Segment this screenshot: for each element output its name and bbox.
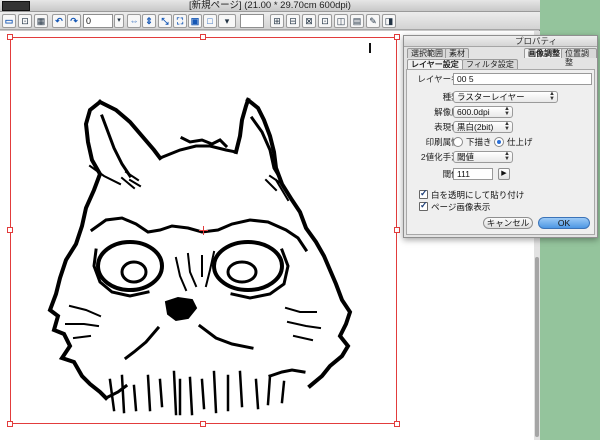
checkbox-white-transparent[interactable]	[419, 188, 428, 199]
zoom-dropdown[interactable]: ▾	[218, 14, 236, 28]
select-arrows-icon: ▲ ▼	[504, 106, 510, 117]
scrollbar-thumb[interactable]	[535, 257, 539, 437]
radio-draft[interactable]	[453, 137, 463, 147]
flip-vertical-icon[interactable]: ⇕	[142, 14, 156, 28]
mask-icon[interactable]: ◨	[382, 14, 396, 28]
resize-handle-bottom-right[interactable]	[394, 421, 400, 427]
panel-tabs-top: 選択範囲 素材 画像調整 位置調整	[404, 47, 597, 67]
rotation-stepper[interactable]: ▾	[114, 14, 124, 28]
row-threshold: 閾値: 111 ▶	[407, 168, 594, 181]
resize-handle-left[interactable]	[7, 227, 13, 233]
resize-handle-top-right[interactable]	[394, 34, 400, 40]
fit-window-icon[interactable]: ⛶	[173, 14, 187, 28]
tab-material[interactable]: 素材	[445, 48, 469, 58]
snap-special-icon[interactable]: ◫	[334, 14, 348, 28]
radio-final-label: 仕上げ	[507, 137, 533, 147]
properties-panel: プロパティ 選択範囲 素材 画像調整 位置調整 レイヤー設定 フィルタ設定 レイ…	[403, 35, 598, 238]
row-layer-name: レイヤー名: 00 5	[407, 73, 594, 86]
tab-selection[interactable]: 選択範囲	[407, 48, 447, 58]
guide-icon[interactable]: ⊟	[286, 14, 300, 28]
transparency-icon[interactable]: ▤	[350, 14, 364, 28]
row-print-attribute: 印刷属性: 下描き 仕上げ	[407, 136, 594, 149]
zoom-field[interactable]	[240, 14, 264, 28]
actual-pixels-icon[interactable]: ▣	[188, 14, 202, 28]
resize-handle-right[interactable]	[394, 227, 400, 233]
tab-position-adjust[interactable]: 位置調整	[561, 48, 597, 67]
resolution-select[interactable]: 600.0dpi ▲ ▼	[453, 106, 513, 118]
window-title: [新規ページ] (21.00 * 29.70cm 600dpi)	[189, 0, 351, 11]
ruler-icon[interactable]: ⊞	[270, 14, 284, 28]
select-arrows-icon: ▲ ▼	[504, 151, 510, 162]
grid-icon[interactable]: ▦	[34, 14, 48, 28]
threshold-input[interactable]: 111	[453, 168, 493, 180]
tab-layer-settings[interactable]: レイヤー設定	[407, 59, 463, 69]
print-size-icon[interactable]: □	[203, 14, 217, 28]
resize-handle-top[interactable]	[200, 34, 206, 40]
type-select[interactable]: ラスターレイヤー ▲ ▼	[453, 91, 558, 103]
new-page-icon[interactable]: ▭	[2, 14, 16, 28]
flip-horizontal-icon[interactable]: ⇔	[127, 14, 141, 28]
snap-grid-icon[interactable]: ⊠	[302, 14, 316, 28]
resize-handle-bottom[interactable]	[200, 421, 206, 427]
tab-image-adjust[interactable]: 画像調整	[524, 48, 564, 58]
threshold-play-icon[interactable]: ▶	[498, 168, 510, 180]
panel-tabs-sub: レイヤー設定 フィルタ設定	[404, 58, 597, 69]
rotate-right-icon[interactable]: ↷	[67, 14, 81, 28]
tab-filter-settings[interactable]: フィルタ設定	[462, 59, 518, 69]
snap-ruler-icon[interactable]: ⊡	[318, 14, 332, 28]
fit-page-icon[interactable]: ⤡	[158, 14, 172, 28]
checkbox-page-image-label: ページ画像表示	[431, 202, 491, 212]
resize-handle-bottom-left[interactable]	[7, 421, 13, 427]
layer-name-input[interactable]: 00 5	[453, 73, 592, 85]
row-binarize: 2値化手法: 閾値 ▲ ▼	[407, 151, 594, 164]
radio-final[interactable]	[494, 137, 504, 147]
select-arrows-icon: ▲ ▼	[549, 91, 555, 102]
row-resolution: 解像度: 600.0dpi ▲ ▼	[407, 106, 594, 119]
resize-handle-top-left[interactable]	[7, 34, 13, 40]
row-color: 表現色: 黒白(2bit) ▲ ▼	[407, 121, 594, 134]
cancel-button[interactable]: キャンセル	[483, 217, 533, 229]
text-cursor-icon	[369, 43, 371, 53]
color-select[interactable]: 黒白(2bit) ▲ ▼	[453, 121, 513, 133]
toolbar: ▭ ⊡ ▦ ↶ ↷ 0 ▾ ⇔ ⇕ ⤡ ⛶ ▣ □ ▾ ⊞ ⊟ ⊠ ⊡ ◫ ▤ …	[0, 12, 540, 30]
center-crosshair-icon[interactable]	[199, 226, 208, 235]
pen-pressure-icon[interactable]: ✎	[366, 14, 380, 28]
panel-title: プロパティ	[404, 36, 597, 47]
checkbox-page-image[interactable]	[419, 200, 428, 211]
panel-body: レイヤー名: 00 5 種類: ラスターレイヤー ▲▼ 解像度: 600.0dp…	[406, 69, 595, 235]
binarize-select[interactable]: 閾値 ▲ ▼	[453, 151, 513, 163]
select-arrows-icon: ▲ ▼	[504, 121, 510, 132]
page-size-icon[interactable]: ⊡	[18, 14, 32, 28]
row-type: 種類: ラスターレイヤー ▲▼	[407, 91, 594, 104]
checkbox-white-transparent-label: 白を透明にして貼り付け	[431, 190, 525, 200]
rotation-angle-field[interactable]: 0	[83, 14, 113, 28]
radio-draft-label: 下描き	[466, 137, 492, 147]
title-bar: [新規ページ] (21.00 * 29.70cm 600dpi)	[0, 0, 540, 12]
ok-button[interactable]: OK	[538, 217, 590, 229]
rotate-left-icon[interactable]: ↶	[52, 14, 66, 28]
